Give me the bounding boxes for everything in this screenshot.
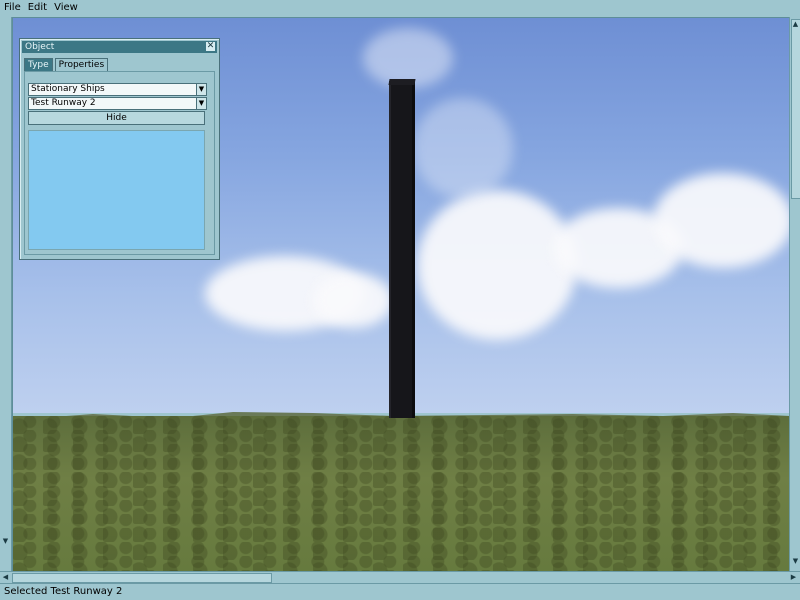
menu-bar: File Edit View [0,0,800,16]
cloud [417,190,577,340]
hide-button[interactable]: Hide [28,111,205,125]
cloud [413,98,513,198]
object-select-value: Test Runway 2 [31,98,96,108]
panel-title-bar[interactable]: Object ✕ [22,41,217,53]
chevron-down-icon[interactable]: ▼ [196,98,206,109]
chevron-down-icon[interactable]: ▼ [196,84,206,95]
vertical-scroll-thumb[interactable] [791,19,800,199]
scroll-down-arrow-icon[interactable]: ▼ [1,537,10,546]
horizontal-scroll-thumb[interactable] [12,573,272,583]
scroll-right-arrow-icon[interactable]: ▶ [789,573,798,582]
grass-ground [13,416,790,572]
object-select[interactable]: Test Runway 2 ▼ [28,97,207,110]
horizontal-scrollbar[interactable]: ◀ ▶ [0,571,800,583]
cloud [653,173,790,268]
category-select[interactable]: Stationary Ships ▼ [28,83,207,96]
close-icon[interactable]: ✕ [206,42,215,51]
object-preview [28,130,205,250]
cloud [313,273,393,328]
object-panel: Object ✕ Type Properties Stationary Ship… [19,38,220,260]
panel-title: Object [25,42,55,52]
vertical-scrollbar-right[interactable]: ▲ ▼ [789,17,800,571]
tab-properties[interactable]: Properties [54,58,109,71]
menu-view[interactable]: View [50,0,81,16]
menu-file[interactable]: File [0,0,24,16]
status-bar: Selected Test Runway 2 [0,583,800,600]
tall-black-tower[interactable] [389,81,415,418]
panel-tabs: Type Properties [24,58,110,71]
tab-type[interactable]: Type [24,58,53,71]
category-select-value: Stationary Ships [31,84,105,94]
menu-edit[interactable]: Edit [24,0,50,16]
scroll-down-arrow-icon[interactable]: ▼ [791,557,800,566]
scroll-up-arrow-icon[interactable]: ▲ [791,20,800,29]
vertical-scrollbar-left[interactable]: ▼ [0,17,12,571]
scroll-left-arrow-icon[interactable]: ◀ [1,573,10,582]
